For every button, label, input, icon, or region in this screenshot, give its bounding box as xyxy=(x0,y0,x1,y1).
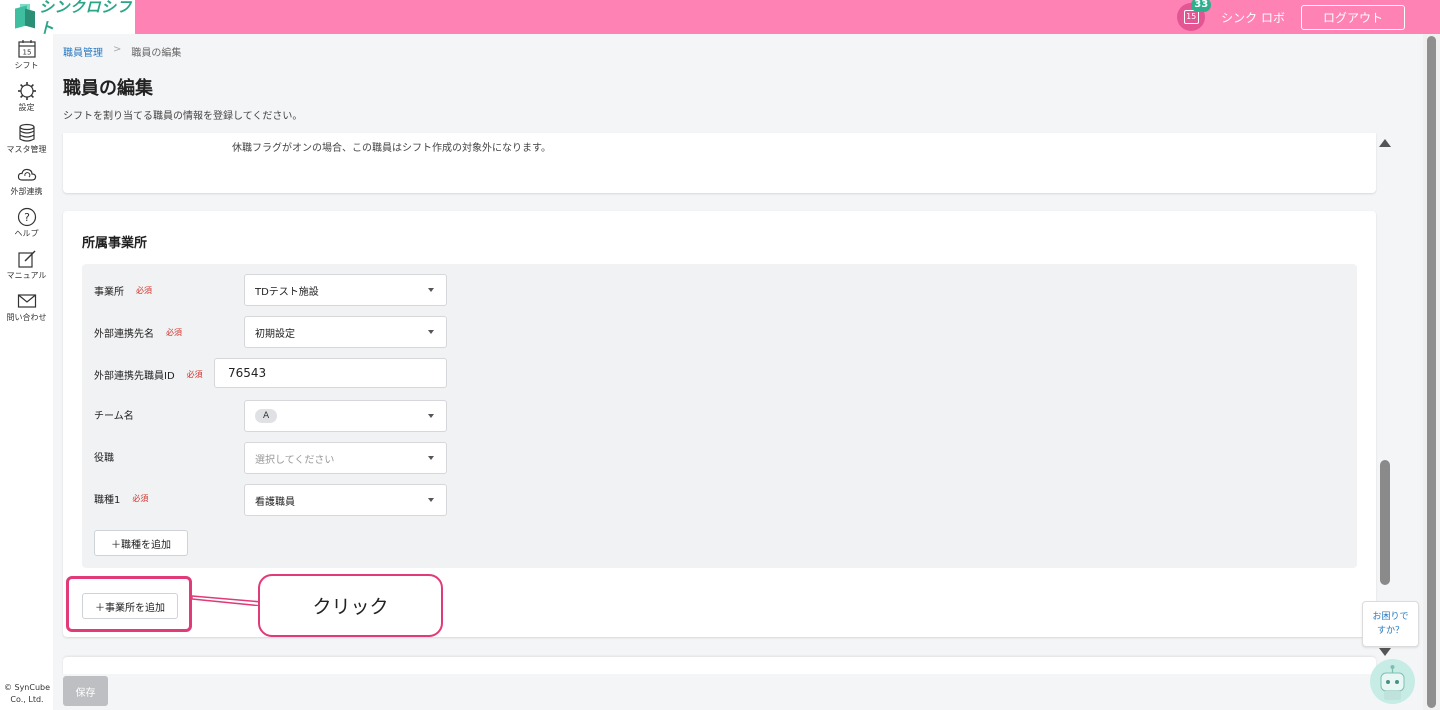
ext-staff-id-row: 外部連携先職員ID 必須 xyxy=(94,358,203,390)
sidebar-item-master[interactable]: マスタ管理 xyxy=(0,123,53,155)
section-title: 所属事業所 xyxy=(82,236,148,251)
app-logo[interactable]: シンクロシフト xyxy=(0,0,135,37)
calendar-icon: 15 xyxy=(17,40,36,58)
required-badge: 必須 xyxy=(186,369,203,379)
team-chip[interactable]: A xyxy=(255,409,278,423)
office-select[interactable]: TDテスト施設 xyxy=(244,274,447,306)
field-label: チーム名 xyxy=(94,410,134,422)
mail-icon xyxy=(17,294,36,308)
inner-scrollbar-thumb[interactable] xyxy=(1380,460,1390,585)
page-scrollbar[interactable] xyxy=(1423,34,1440,710)
click-highlight-box xyxy=(66,576,192,632)
field-label: 外部連携先名 xyxy=(94,328,154,340)
breadcrumb-current: 職員の編集 xyxy=(131,48,182,59)
sidebar-item-label: シフト xyxy=(14,61,39,70)
cloud-sync-icon xyxy=(17,168,36,181)
sidebar-item-external[interactable]: 外部連携 xyxy=(0,165,53,197)
top-header: シンクロシフト 15 33 シンク ロボ ログアウト xyxy=(0,0,1440,37)
office-row: 事業所 必須 xyxy=(94,274,152,306)
logo-cube-icon xyxy=(12,4,35,30)
sidebar-item-manual[interactable]: マニュアル xyxy=(0,249,53,281)
sidebar-item-shift[interactable]: 15 シフト xyxy=(0,39,53,71)
page-scrollbar-thumb[interactable] xyxy=(1427,36,1436,708)
sidebar-item-contact[interactable]: 問い合わせ xyxy=(0,291,53,323)
field-label: 役職 xyxy=(94,452,114,464)
logout-button[interactable]: ログアウト xyxy=(1301,4,1405,30)
affiliation-panel: 事業所 必須 TDテスト施設 外部連携先名 必須 初期設定 外部連携先職員ID … xyxy=(82,264,1357,568)
svg-text:15: 15 xyxy=(22,49,31,57)
notification-calendar-button[interactable]: 15 33 xyxy=(1177,0,1212,31)
ext-name-row: 外部連携先名 必須 xyxy=(94,316,182,348)
user-name[interactable]: シンク ロボ xyxy=(1221,9,1285,26)
sidebar-item-label: 外部連携 xyxy=(10,187,43,196)
leave-flag-note: 休職フラグがオンの場合、この職員はシフト作成の対象外になります。 xyxy=(232,143,551,154)
breadcrumb-parent-link[interactable]: 職員管理 xyxy=(63,44,103,59)
chevron-down-icon xyxy=(428,288,434,292)
scroll-up-arrow-icon[interactable] xyxy=(1379,139,1391,147)
required-badge: 必須 xyxy=(166,327,182,337)
save-button[interactable]: 保存 xyxy=(63,676,108,706)
gear-icon xyxy=(17,82,36,100)
required-badge: 必須 xyxy=(132,493,149,503)
sidebar-item-label: マニュアル xyxy=(6,271,47,280)
job1-row: 職種1 必須 xyxy=(94,482,148,514)
sidebar-item-label: マスタ管理 xyxy=(6,145,47,154)
help-bubble[interactable]: お困りで すか？ xyxy=(1362,601,1419,647)
job1-select[interactable]: 看護職員 xyxy=(244,484,447,516)
page-title: 職員の編集 xyxy=(63,78,153,99)
team-row: チーム名 xyxy=(94,398,134,430)
page-description: シフトを割り当てる職員の情報を登録してください。 xyxy=(63,111,303,122)
sidebar-item-label: 設定 xyxy=(18,103,35,112)
scroll-down-arrow-icon[interactable] xyxy=(1379,648,1391,656)
database-icon xyxy=(18,123,35,142)
logo-text: シンクロシフト xyxy=(39,0,133,37)
svg-text:?: ? xyxy=(24,211,30,224)
chevron-down-icon xyxy=(428,498,434,502)
required-badge: 必須 xyxy=(136,285,152,295)
help-circle-icon: ? xyxy=(17,207,36,227)
chevron-down-icon xyxy=(428,330,434,334)
help-robot-icon[interactable] xyxy=(1370,659,1415,704)
sidebar-item-help[interactable]: ? ヘルプ xyxy=(0,207,53,239)
add-job-button[interactable]: ＋職種を追加 xyxy=(94,530,188,556)
field-label: 職種1 xyxy=(94,494,121,506)
field-label: 事業所 xyxy=(94,286,124,298)
sidebar-item-label: ヘルプ xyxy=(14,229,39,238)
position-row: 役職 xyxy=(94,440,114,472)
position-select[interactable]: 選択してください xyxy=(244,442,447,474)
chevron-down-icon xyxy=(428,456,434,460)
chevron-down-icon xyxy=(428,414,434,418)
edit-note-icon xyxy=(17,250,35,268)
sidebar-item-settings[interactable]: 設定 xyxy=(0,81,53,113)
leave-flag-card: 休職フラグがオンの場合、この職員はシフト作成の対象外になります。 xyxy=(63,133,1376,193)
footer-bar xyxy=(53,674,1423,710)
copyright: © SynCube Co., Ltd. xyxy=(3,683,51,704)
affiliation-card: 所属事業所 事業所 必須 TDテスト施設 外部連携先名 必須 初期設定 外部連携… xyxy=(63,211,1376,637)
sidebar-item-label: 問い合わせ xyxy=(6,313,47,322)
field-label: 外部連携先職員ID xyxy=(94,370,175,382)
sidebar: 15 シフト 設定 マスタ管理 外部連携 ? ヘルプ マニュアル 問い合わせ ©… xyxy=(0,34,53,710)
calendar-icon: 15 xyxy=(1183,10,1199,24)
breadcrumb-separator: > xyxy=(113,44,122,55)
team-select[interactable]: A xyxy=(244,400,447,432)
callout-pointer xyxy=(192,595,262,606)
notification-count-badge: 33 xyxy=(1191,0,1212,12)
click-callout: クリック xyxy=(258,574,443,637)
ext-staff-id-input[interactable]: 76543 xyxy=(214,358,447,388)
breadcrumb: 職員管理 > 職員の編集 xyxy=(63,44,181,59)
ext-name-select[interactable]: 初期設定 xyxy=(244,316,447,348)
